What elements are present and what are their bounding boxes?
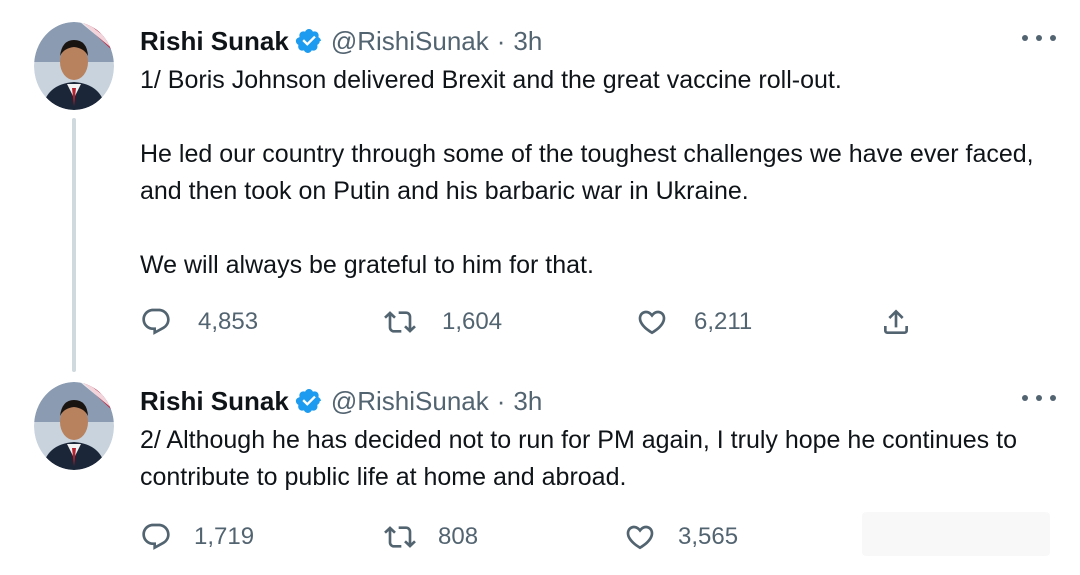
reply-count: 4,853 xyxy=(198,308,259,335)
tweet-paragraph: 2/ Although he has decided not to run fo… xyxy=(140,426,1017,491)
author-name[interactable]: Rishi Sunak xyxy=(140,386,289,417)
author-name[interactable]: Rishi Sunak xyxy=(140,26,289,57)
tweet-header: Rishi Sunak @RishiSunak · 3h xyxy=(140,24,1060,58)
share-icon xyxy=(884,309,908,334)
timestamp[interactable]: 3h xyxy=(513,386,542,417)
tweet-paragraph: He led our country through some of the t… xyxy=(140,140,1034,205)
retweet-icon xyxy=(384,526,416,548)
tweet-actions: 4,853 1,604 6,211 xyxy=(140,302,930,342)
author-handle[interactable]: @RishiSunak xyxy=(331,386,489,417)
more-options-icon[interactable] xyxy=(1022,388,1056,408)
retweet-count: 808 xyxy=(438,523,479,550)
tweet-paragraph: 1/ Boris Johnson delivered Brexit and th… xyxy=(140,66,842,94)
tweet-thread: Rishi Sunak @RishiSunak · 3h 1/ Boris Jo… xyxy=(0,0,1080,575)
tweet-paragraph: We will always be grateful to him for th… xyxy=(140,251,594,279)
more-options-icon[interactable] xyxy=(1022,28,1056,48)
tweet-actions: 1,719 808 3,565 xyxy=(140,517,930,557)
thread-connector-line xyxy=(72,118,76,372)
share-button[interactable] xyxy=(880,302,912,342)
heart-icon xyxy=(638,310,666,335)
like-button[interactable]: 3,565 xyxy=(624,517,738,557)
timestamp[interactable]: 3h xyxy=(513,26,542,57)
tweet-text: 2/ Although he has decided not to run fo… xyxy=(140,422,1060,496)
retweet-button[interactable]: 808 xyxy=(384,517,478,557)
separator-dot: · xyxy=(496,385,506,416)
retweet-button[interactable]: 1,604 xyxy=(384,302,502,342)
watermark-overlay xyxy=(862,512,1050,556)
verified-badge-icon xyxy=(295,27,323,55)
heart-icon xyxy=(626,525,654,550)
like-count: 6,211 xyxy=(694,308,753,335)
reply-button[interactable]: 1,719 xyxy=(140,517,254,557)
tweet-header: Rishi Sunak @RishiSunak · 3h xyxy=(140,384,1060,418)
reply-count: 1,719 xyxy=(194,523,255,550)
like-count: 3,565 xyxy=(678,523,739,550)
retweet-icon xyxy=(384,311,416,333)
like-button[interactable]: 6,211 xyxy=(636,302,752,342)
verified-badge-icon xyxy=(295,387,323,415)
retweet-count: 1,604 xyxy=(442,308,503,335)
reply-icon xyxy=(142,308,170,335)
avatar[interactable] xyxy=(34,382,114,470)
reply-icon xyxy=(142,523,170,550)
reply-button[interactable]: 4,853 xyxy=(140,302,258,342)
separator-dot: · xyxy=(496,25,506,56)
author-handle[interactable]: @RishiSunak xyxy=(331,26,489,57)
avatar[interactable] xyxy=(34,22,114,110)
tweet-text: 1/ Boris Johnson delivered Brexit and th… xyxy=(140,62,1060,284)
